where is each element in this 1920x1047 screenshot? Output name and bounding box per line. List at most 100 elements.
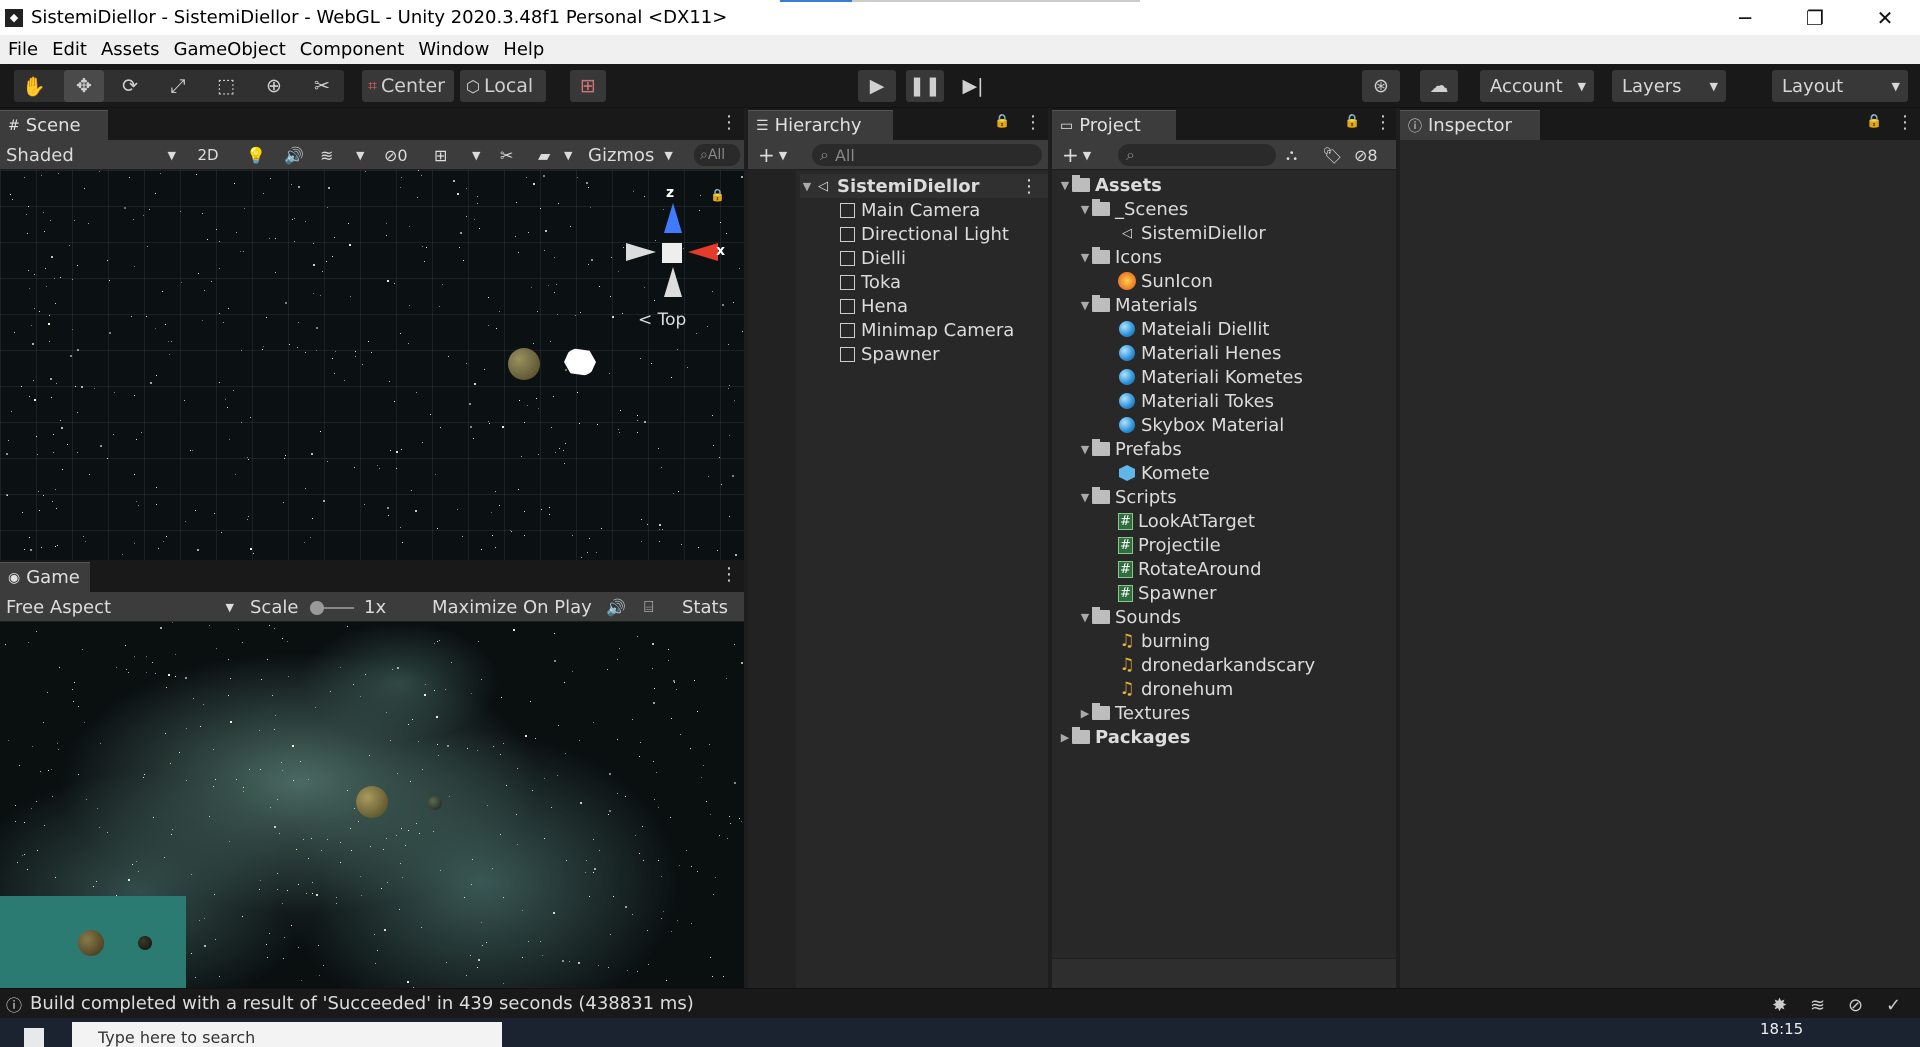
expand-arrow-icon[interactable]: ▼ — [800, 180, 814, 193]
lighting-icon[interactable]: 💡 — [246, 143, 266, 167]
layers-dropdown[interactable]: Layers ▼ — [1612, 70, 1726, 102]
hierarchy-item[interactable]: Spawner — [838, 342, 940, 366]
project-folder[interactable]: ▼ Sounds — [1078, 605, 1181, 629]
assets-root-folder[interactable]: ▼ Assets — [1058, 173, 1162, 197]
view-label[interactable]: < Top — [638, 310, 686, 330]
expand-arrow-icon[interactable]: ▼ — [1078, 299, 1092, 312]
grid-snap-icon[interactable]: ⊞ — [570, 70, 606, 102]
inspector-menu-icon[interactable]: ⋮ — [1896, 112, 1914, 133]
debug-icon[interactable]: ✸ — [1772, 995, 1787, 1016]
menu-component[interactable]: Component — [300, 39, 405, 60]
gizmos-dropdown[interactable]: Gizmos ▼ — [588, 143, 673, 167]
scene-menu-icon[interactable]: ⋮ — [720, 112, 738, 133]
cloud-icon[interactable]: ☁ — [1420, 70, 1458, 102]
orientation-gizmo[interactable]: z x — [610, 185, 730, 305]
tab-game[interactable]: ◉ Game — [0, 562, 90, 592]
hierarchy-item[interactable]: Hena — [838, 294, 908, 318]
axis-negx-cone[interactable] — [626, 243, 656, 261]
expand-arrow-icon[interactable]: ▼ — [1058, 179, 1072, 192]
project-asset[interactable]: Mateiali Diellit — [1118, 317, 1269, 341]
step-button[interactable]: ▶| — [954, 70, 992, 102]
lock-icon[interactable]: 🔒 — [1344, 114, 1360, 129]
transform-tool-icon[interactable]: ⊕ — [256, 70, 292, 102]
menu-help[interactable]: Help — [503, 39, 544, 60]
custom-tool-icon[interactable]: ✂ — [304, 70, 340, 102]
project-folder[interactable]: ▼ _Scenes — [1078, 197, 1189, 221]
hidden-objects-toggle[interactable]: ⊘ 0 — [384, 143, 408, 167]
shading-dropdown[interactable]: Shaded ▼ — [6, 143, 176, 167]
axis-center-cube[interactable] — [662, 243, 682, 263]
collab-icon[interactable]: ⊛ — [1362, 70, 1400, 102]
scale-tool-icon[interactable]: ⤢ — [160, 70, 196, 102]
effects-icon[interactable]: ≋ — [320, 143, 333, 167]
project-asset[interactable]: # Projectile — [1118, 533, 1221, 557]
project-asset[interactable]: Materiali Tokes — [1118, 389, 1274, 413]
hierarchy-item[interactable]: Directional Light — [838, 222, 1009, 246]
gizmos-toggle-icon[interactable]: ⌸ — [644, 595, 654, 619]
scene-menu-kebab[interactable]: ⋮ — [1020, 176, 1038, 197]
create-add-icon[interactable]: + ▼ — [758, 143, 787, 167]
grid-dropdown-icon[interactable]: ▼ — [472, 143, 480, 167]
menu-gameobject[interactable]: GameObject — [174, 39, 286, 60]
tab-project[interactable]: ▭ Project — [1052, 110, 1176, 140]
expand-arrow-icon[interactable]: ▶ — [1058, 731, 1072, 744]
expand-arrow-icon[interactable]: ▼ — [1078, 443, 1092, 456]
project-asset[interactable]: SunIcon — [1118, 269, 1213, 293]
gizmo-lock-icon[interactable]: 🔒 — [710, 188, 725, 202]
status-message[interactable]: Build completed with a result of 'Succee… — [30, 993, 694, 1014]
hierarchy-search-input[interactable]: ⌕ All — [812, 144, 1042, 166]
lock-icon[interactable]: 🔒 — [994, 114, 1010, 129]
create-add-icon[interactable]: + ▼ — [1062, 143, 1091, 167]
filter-type-icon[interactable]: ⛬ — [1286, 143, 1297, 167]
project-asset[interactable]: Materiali Henes — [1118, 341, 1281, 365]
label-tag-icon[interactable]: 🏷 — [1322, 143, 1342, 167]
project-folder[interactable]: ▶ Textures — [1078, 701, 1191, 725]
game-menu-icon[interactable]: ⋮ — [720, 564, 738, 585]
effects-dropdown-icon[interactable]: ▼ — [356, 143, 364, 167]
layout-dropdown[interactable]: Layout ▼ — [1772, 70, 1908, 102]
tools-icon[interactable]: ✂ — [500, 143, 513, 167]
expand-arrow-icon[interactable]: ▶ — [1078, 707, 1092, 720]
game-view[interactable] — [0, 622, 744, 988]
scale-slider-handle[interactable] — [310, 601, 324, 615]
hidden-packages-toggle[interactable]: ⊘ 8 — [1354, 143, 1378, 167]
mute-audio-icon[interactable]: 🔊 — [606, 595, 626, 619]
account-dropdown[interactable]: Account ▼ — [1480, 70, 1594, 102]
stats-toggle[interactable]: Stats — [682, 595, 728, 619]
sun-icon-gizmo[interactable] — [564, 348, 596, 376]
expand-arrow-icon[interactable]: ▼ — [1078, 203, 1092, 216]
project-asset[interactable]: ♫ burning — [1118, 629, 1210, 653]
aspect-dropdown[interactable]: Free Aspect ▼ — [6, 595, 234, 619]
hierarchy-item[interactable]: Toka — [838, 270, 901, 294]
play-button[interactable]: ▶ — [858, 70, 896, 102]
planet-toka[interactable] — [508, 348, 540, 380]
menu-window[interactable]: Window — [418, 39, 489, 60]
scene-view[interactable]: z x 🔒 < Top — [0, 170, 744, 560]
axis-z-cone[interactable] — [664, 203, 682, 233]
check-circle-icon[interactable]: ✓ — [1886, 995, 1901, 1016]
expand-arrow-icon[interactable]: ▼ — [1078, 611, 1092, 624]
hierarchy-item[interactable]: Minimap Camera — [838, 318, 1014, 342]
pause-button[interactable]: ❚❚ — [906, 70, 944, 102]
taskbar-search-input[interactable]: Type here to search — [72, 1022, 502, 1047]
tab-scene[interactable]: # Scene — [0, 110, 108, 140]
project-asset[interactable]: Skybox Material — [1118, 413, 1284, 437]
project-asset[interactable]: # Spawner — [1118, 581, 1217, 605]
close-button[interactable]: ✕ — [1850, 0, 1920, 35]
project-asset[interactable]: ◁ SistemiDiellor — [1118, 221, 1266, 245]
packages-root-folder[interactable]: ▶ Packages — [1058, 725, 1191, 749]
hierarchy-menu-icon[interactable]: ⋮ — [1024, 112, 1042, 133]
project-asset[interactable]: Materiali Kometes — [1118, 365, 1303, 389]
menu-edit[interactable]: Edit — [52, 39, 87, 60]
project-folder[interactable]: ▼ Scripts — [1078, 485, 1177, 509]
scene-root-item[interactable]: ▼ ◁ SistemiDiellor ⋮ — [800, 174, 1048, 198]
expand-arrow-icon[interactable]: ▼ — [1078, 491, 1092, 504]
project-asset[interactable]: ♫ dronedarkandscary — [1118, 653, 1315, 677]
project-folder[interactable]: ▼ Materials — [1078, 293, 1198, 317]
camera-dropdown-icon[interactable]: ▼ — [564, 143, 572, 167]
minimize-button[interactable]: ─ — [1710, 0, 1780, 35]
rotate-tool-icon[interactable]: ⟳ — [112, 70, 148, 102]
axis-negz-cone[interactable] — [664, 267, 682, 297]
hierarchy-item[interactable]: Dielli — [838, 246, 906, 270]
expand-arrow-icon[interactable]: ▼ — [1078, 251, 1092, 264]
